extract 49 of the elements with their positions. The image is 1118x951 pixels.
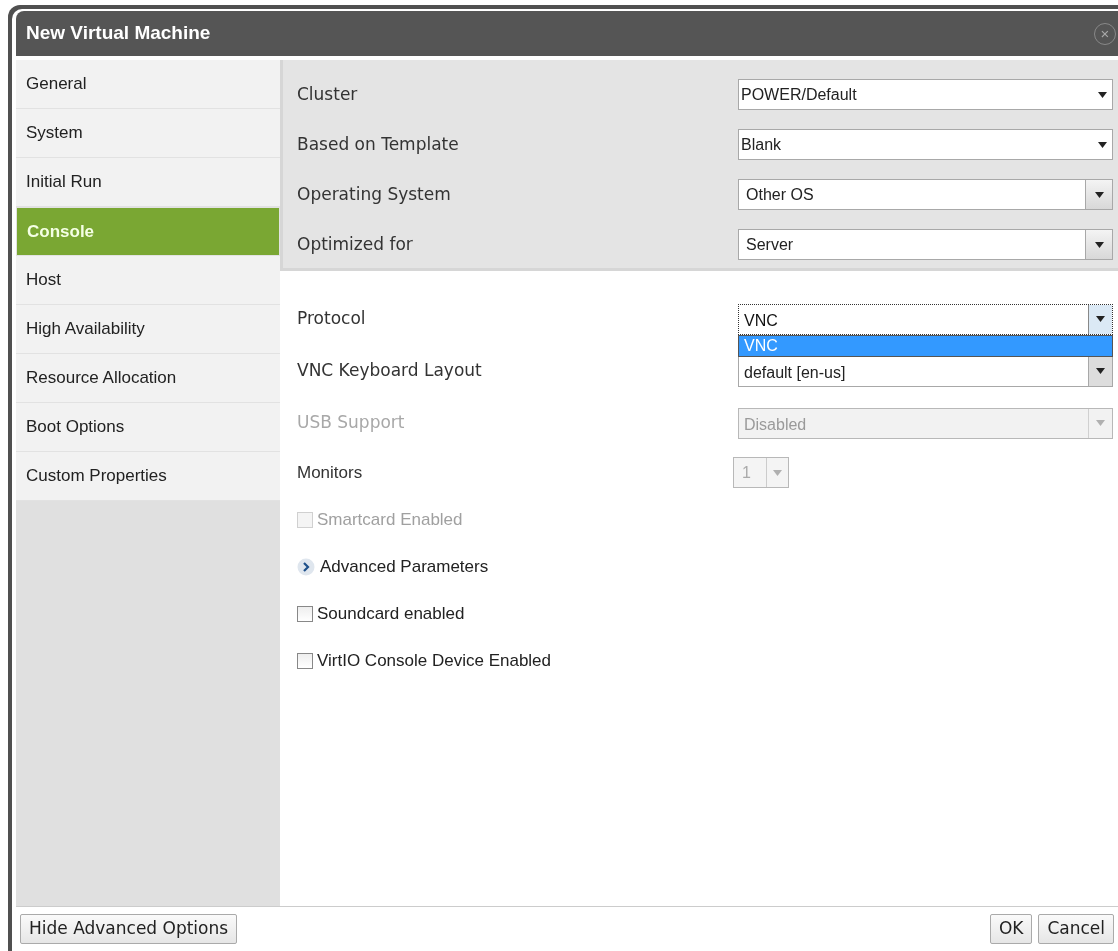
caret-icon: [1096, 368, 1105, 374]
field-label: Based on Template: [297, 132, 460, 156]
checkbox[interactable]: [297, 605, 313, 622]
dropdown[interactable]: POWER/Default: [738, 79, 1113, 110]
dropdown-value: Disabled: [743, 414, 808, 435]
dropdown-value: Other OS: [745, 184, 815, 205]
field-label: Operating System: [297, 182, 452, 206]
field-label: USB Support: [297, 411, 406, 435]
sidebar-item[interactable]: Host: [16, 256, 280, 305]
caret-icon: [773, 469, 782, 476]
sidebar-item[interactable]: Custom Properties: [16, 452, 280, 501]
dropdown[interactable]: default [en-us]: [738, 355, 1113, 387]
sidebar-item[interactable]: High Availability: [16, 305, 280, 354]
caret-icon: [1097, 141, 1107, 148]
sidebar-item[interactable]: General: [16, 60, 280, 109]
caret-icon: [1096, 316, 1105, 322]
field-label: Monitors: [297, 461, 364, 484]
dropdown-value: VNC: [743, 310, 779, 331]
dropdown-value: Blank: [740, 134, 783, 155]
dropdown[interactable]: VNC: [738, 303, 1113, 335]
hide-advanced-options-button[interactable]: Hide Advanced Options: [20, 914, 238, 944]
caret-icon: [1097, 91, 1107, 98]
checkbox-label: Soundcard enabled: [317, 602, 465, 625]
checkbox-label: Smartcard Enabled: [317, 508, 463, 531]
field-label: Cluster: [297, 82, 359, 106]
expand-icon[interactable]: [297, 557, 315, 576]
dropdown[interactable]: Other OS: [738, 179, 1113, 210]
sidebar-item[interactable]: Resource Allocation: [16, 354, 280, 403]
checkbox[interactable]: [297, 652, 313, 669]
sidebar-item[interactable]: Initial Run: [16, 158, 280, 207]
dropdown-value: default [en-us]: [743, 362, 847, 383]
dropdown[interactable]: Server: [738, 229, 1113, 260]
checkbox-label: VirtIO Console Device Enabled: [317, 649, 552, 672]
dialog-button[interactable]: OK: [989, 914, 1033, 944]
dialog-button[interactable]: Cancel: [1038, 914, 1114, 944]
field-label: VNC Keyboard Layout: [297, 359, 483, 383]
sidebar-item[interactable]: Boot Options: [16, 403, 280, 452]
field-label: Optimized for: [297, 232, 414, 256]
caret-icon: [1094, 241, 1104, 248]
caret-icon: [1096, 420, 1105, 426]
field-label: Protocol: [297, 307, 367, 331]
dropdown-value: POWER/Default: [740, 84, 858, 105]
dropdown[interactable]: Blank: [738, 129, 1113, 160]
dropdown-value: Server: [745, 234, 795, 255]
expander-label[interactable]: Advanced Parameters: [320, 553, 489, 580]
sidebar-item[interactable]: System: [16, 109, 280, 158]
dropdown-value: 1: [741, 462, 752, 483]
caret-icon: [1094, 191, 1104, 198]
window-title: New Virtual Machine: [26, 21, 211, 46]
